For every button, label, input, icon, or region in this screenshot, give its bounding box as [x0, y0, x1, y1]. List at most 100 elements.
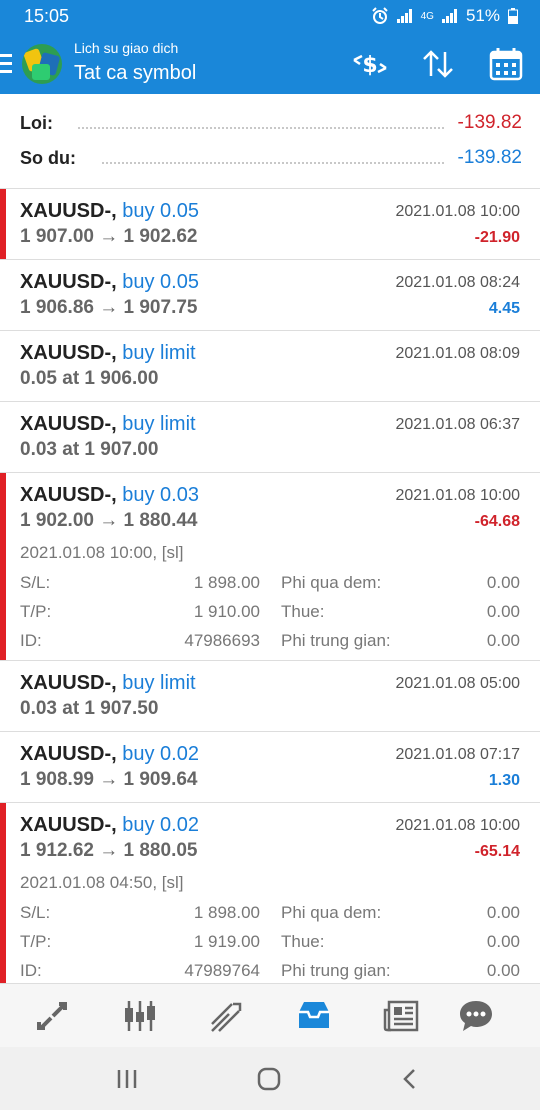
sort-icon[interactable] [420, 46, 456, 82]
trade-prices: 1 902.00 → 1 880.44 [20, 510, 198, 531]
tp-value: 1 919.00 [193, 932, 260, 951]
trade-profit: 4.45 [488, 300, 520, 317]
trade-symbol: XAUUSD-, buy limit [20, 413, 196, 435]
trade-prices: 1 907.00 → 1 902.62 [20, 226, 198, 247]
swap-label: Phi qua dem: [281, 573, 382, 592]
trade-list[interactable]: XAUUSD-, buy 0.05 2021.01.08 10:00 1 907… [0, 189, 540, 991]
trade-date: 2021.01.08 06:37 [395, 416, 520, 433]
alarm-icon [371, 7, 388, 24]
svg-text:$: $ [362, 53, 377, 78]
signal-icon [396, 9, 413, 23]
commission-label: Phi trung gian: [281, 961, 391, 980]
signal-icon-2 [441, 9, 458, 23]
chat-icon[interactable] [458, 998, 494, 1034]
back-icon[interactable] [398, 1067, 422, 1091]
trade-symbol: XAUUSD-, buy 0.02 [20, 743, 199, 765]
network-type: 4G [420, 10, 434, 22]
trade-profit: -64.68 [474, 513, 520, 530]
currency-swap-icon[interactable]: $ [352, 46, 388, 82]
swap-value: 0.00 [486, 573, 520, 592]
trade-date: 2021.01.08 08:24 [395, 274, 520, 291]
swap-value: 0.00 [486, 903, 520, 922]
profit-row: Loi: -139.82 [20, 109, 522, 139]
trade-symbol: XAUUSD-, buy 0.05 [20, 271, 199, 293]
sl-value: 1 898.00 [193, 903, 260, 922]
trade-row[interactable]: XAUUSD-, buy 0.02 2021.01.08 07:17 1 908… [0, 732, 540, 803]
swap-label: Phi qua dem: [281, 903, 382, 922]
trade-date: 2021.01.08 10:00 [395, 203, 520, 220]
id-label: ID: [20, 961, 42, 980]
id-label: ID: [20, 631, 42, 650]
trade-row-expanded[interactable]: XAUUSD-, buy 0.02 2021.01.08 10:00 1 912… [0, 803, 540, 991]
sl-label: S/L: [20, 573, 51, 592]
quotes-icon[interactable] [35, 998, 71, 1034]
trade-symbol: XAUUSD-, buy limit [20, 672, 196, 694]
sl-value: 1 898.00 [193, 573, 260, 592]
summary-panel: Loi: -139.82 So du: -139.82 [0, 94, 540, 189]
chart-icon[interactable] [122, 998, 158, 1034]
balance-row: So du: -139.82 [20, 144, 522, 174]
home-icon[interactable] [256, 1067, 282, 1091]
history-icon[interactable] [296, 998, 332, 1034]
trade-row[interactable]: XAUUSD-, buy 0.05 2021.01.08 10:00 1 907… [0, 189, 540, 260]
status-bar: 15:05 4G 51% [0, 0, 540, 34]
commission-value: 0.00 [486, 631, 520, 650]
tp-label: T/P: [20, 932, 52, 951]
trade-symbol: XAUUSD-, buy 0.02 [20, 814, 199, 836]
id-value: 47989764 [184, 961, 260, 980]
trade-row-expanded[interactable]: XAUUSD-, buy 0.03 2021.01.08 10:00 1 902… [0, 473, 540, 661]
trade-date: 2021.01.08 10:00 [395, 817, 520, 834]
menu-icon[interactable] [0, 54, 12, 74]
open-info: 2021.01.08 04:50, [sl] [20, 873, 184, 892]
app-bar: Lich su giao dich Tat ca symbol $ [0, 34, 540, 94]
order-row[interactable]: XAUUSD-, buy limit 2021.01.08 08:09 0.05… [0, 331, 540, 402]
order-details: 0.03 at 1 907.50 [20, 698, 159, 719]
trade-prices: 1 912.62 → 1 880.05 [20, 840, 198, 861]
order-row[interactable]: XAUUSD-, buy limit 2021.01.08 05:00 0.03… [0, 661, 540, 732]
trade-date: 2021.01.08 08:09 [395, 345, 520, 362]
trade-prices: 1 906.86 → 1 907.75 [20, 297, 198, 318]
balance-label: So du: [20, 148, 76, 168]
tax-label: Thue: [281, 602, 325, 621]
id-value: 47986693 [184, 631, 260, 650]
app-subtitle: Lich su giao dich [74, 40, 179, 56]
trade-profit: -65.14 [474, 843, 520, 860]
trade-row[interactable]: XAUUSD-, buy 0.05 2021.01.08 08:24 1 906… [0, 260, 540, 331]
symbol-selector[interactable]: Tat ca symbol [74, 62, 196, 85]
profit-label: Loi: [20, 113, 53, 133]
battery-level: 51% [465, 6, 500, 25]
system-navigation [0, 1047, 540, 1110]
trade-prices: 1 908.99 → 1 909.64 [20, 769, 198, 790]
trade-symbol: XAUUSD-, buy 0.03 [20, 484, 199, 506]
trade-date: 2021.01.08 05:00 [395, 675, 520, 692]
trade-date: 2021.01.08 07:17 [395, 746, 520, 763]
tax-value: 0.00 [486, 602, 520, 621]
order-row[interactable]: XAUUSD-, buy limit 2021.01.08 06:37 0.03… [0, 402, 540, 473]
balance-value: -139.82 [457, 147, 522, 168]
profit-value: -139.82 [457, 112, 522, 133]
open-info: 2021.01.08 10:00, [sl] [20, 543, 184, 562]
sl-label: S/L: [20, 903, 51, 922]
news-icon[interactable] [383, 998, 419, 1034]
app-logo [22, 44, 62, 84]
tax-label: Thue: [281, 932, 325, 951]
recent-apps-icon[interactable] [115, 1067, 139, 1091]
status-time: 15:05 [24, 6, 70, 26]
bottom-navigation [0, 983, 540, 1048]
tax-value: 0.00 [486, 932, 520, 951]
trade-symbol: XAUUSD-, buy 0.05 [20, 200, 199, 222]
trade-icon[interactable] [209, 998, 245, 1034]
tp-value: 1 910.00 [193, 602, 260, 621]
trade-profit: -21.90 [474, 229, 520, 246]
status-icons: 4G 51% [371, 6, 518, 26]
trade-date: 2021.01.08 10:00 [395, 487, 520, 504]
battery-icon [508, 8, 518, 24]
dotted-leader [78, 127, 444, 129]
commission-label: Phi trung gian: [281, 631, 391, 650]
order-details: 0.03 at 1 907.00 [20, 439, 159, 460]
tp-label: T/P: [20, 602, 52, 621]
calendar-icon[interactable] [488, 46, 524, 82]
dotted-leader [102, 162, 444, 164]
order-details: 0.05 at 1 906.00 [20, 368, 159, 389]
trade-profit: 1.30 [488, 772, 520, 789]
